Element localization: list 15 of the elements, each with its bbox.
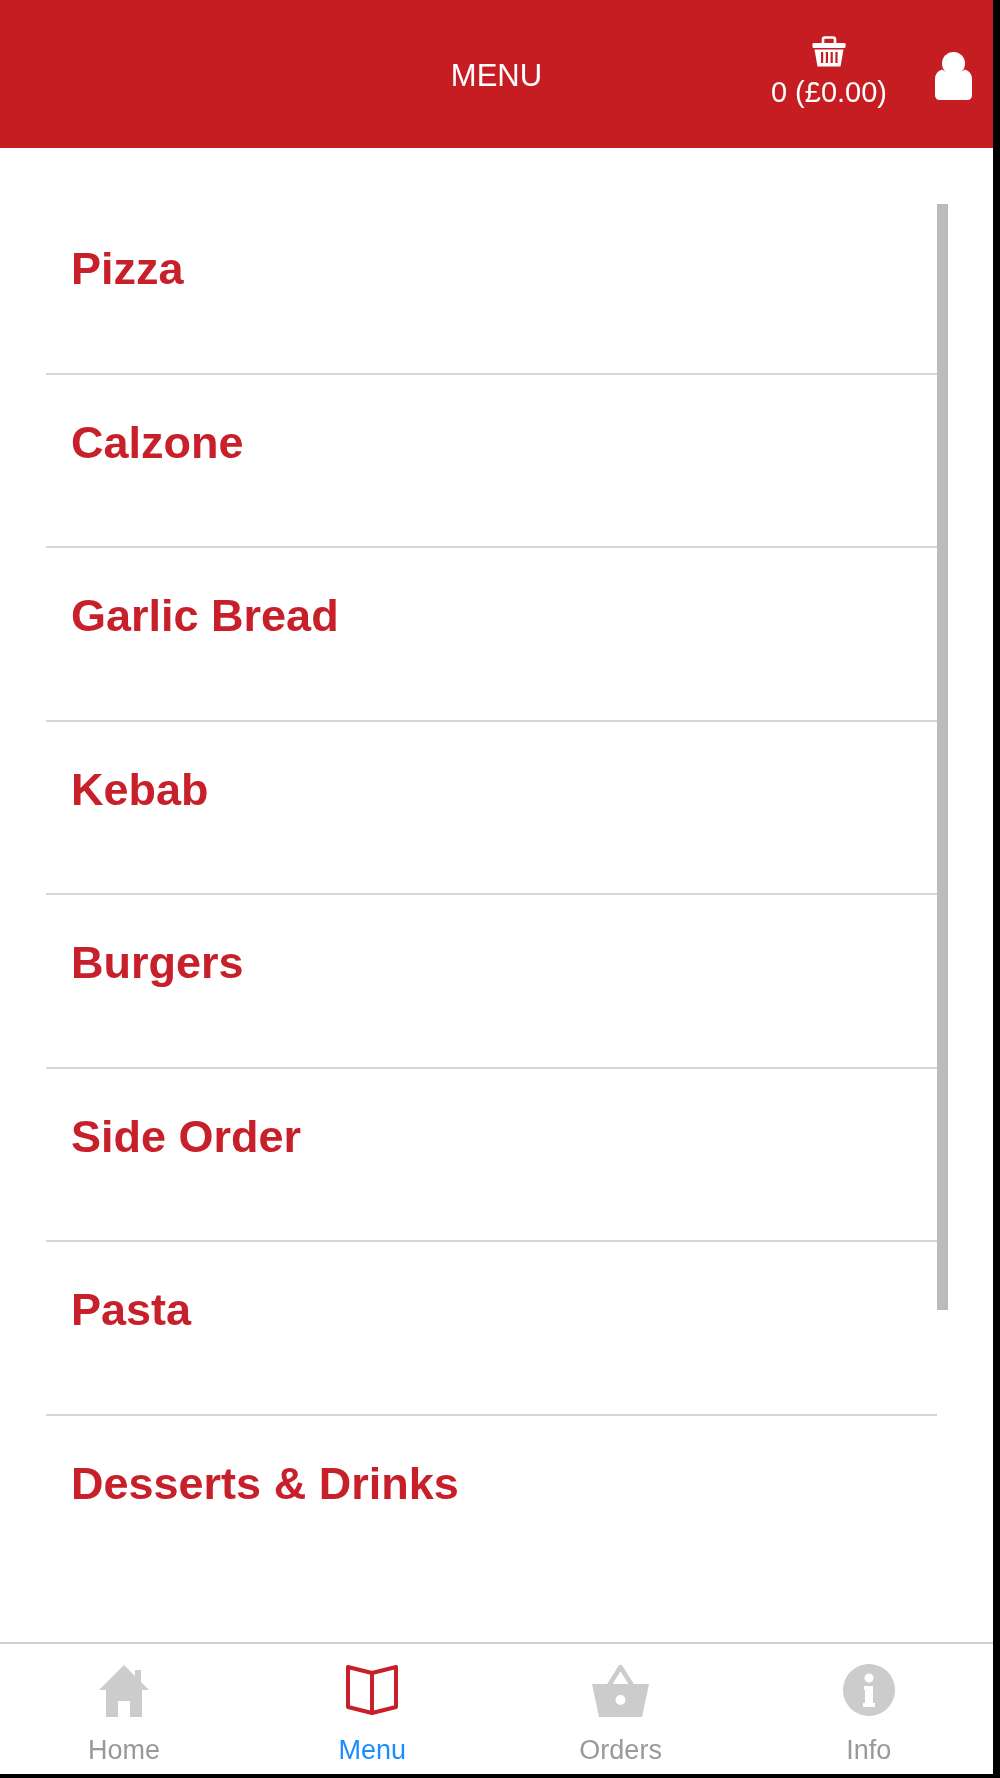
tab[interactable]: Orders	[496, 1644, 745, 1774]
home-icon[interactable]	[98, 1663, 151, 1717]
tab[interactable]: Info	[744, 1644, 993, 1774]
basket-icon	[811, 36, 846, 68]
menu-category[interactable]: Desserts & Drinks	[46, 1415, 937, 1589]
tab[interactable]: Home	[0, 1644, 249, 1774]
info-icon[interactable]	[842, 1664, 895, 1716]
basket-icon[interactable]	[592, 1663, 650, 1717]
open-book-icon[interactable]	[345, 1665, 400, 1715]
scrollbar[interactable]	[937, 204, 948, 1310]
cart-button[interactable]: 0 (£0.00)	[770, 36, 887, 110]
menu-category[interactable]: Pasta	[46, 1242, 937, 1416]
user-icon[interactable]	[935, 52, 972, 100]
tab[interactable]: Menu	[248, 1644, 497, 1774]
page-title: MENU	[450, 58, 543, 94]
